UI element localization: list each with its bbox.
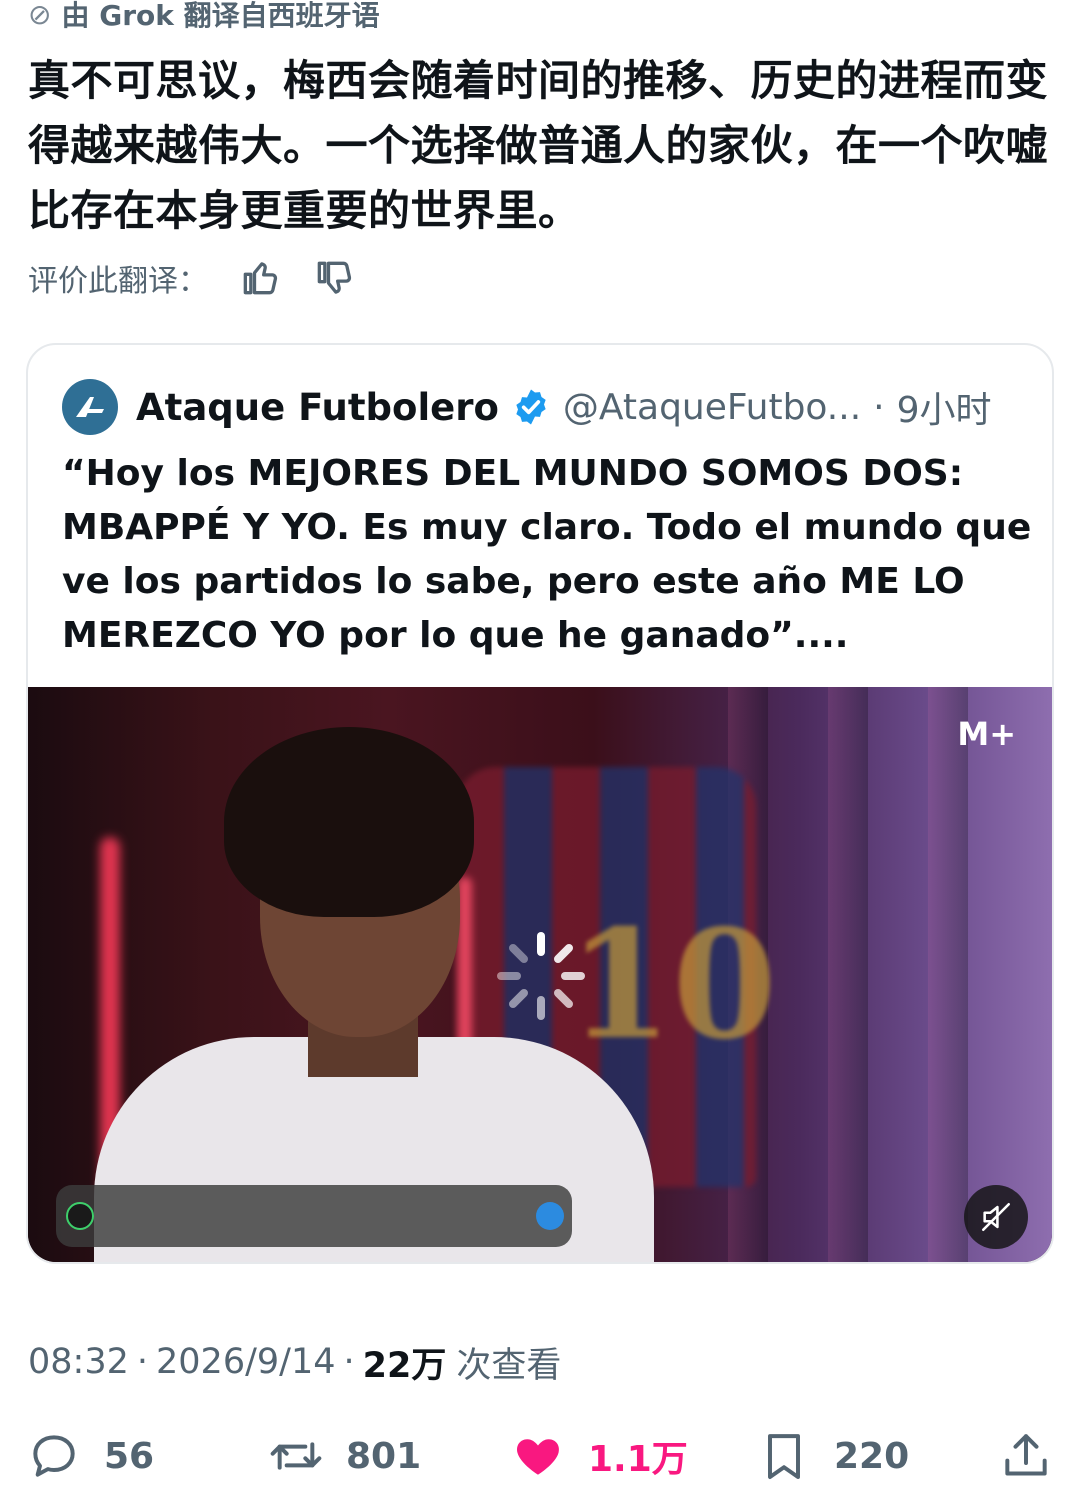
bookmark-count: 220: [834, 1435, 910, 1477]
movistar-plus-watermark: M+: [957, 715, 1016, 753]
quoted-post-text: “Hoy los MEJORES DEL MUNDO SOMOS DOS: MB…: [62, 453, 1032, 656]
separator-dot: ·: [136, 1342, 149, 1382]
verified-badge-icon: [516, 389, 546, 425]
post-time[interactable]: 08:32: [28, 1342, 129, 1382]
heart-filled-icon: [517, 1439, 559, 1475]
like-count: 1.1万: [588, 1439, 688, 1480]
reply-count: 56: [104, 1435, 155, 1477]
bookmark-button[interactable]: 220: [756, 1420, 909, 1492]
video-player[interactable]: 10 M+: [28, 687, 1052, 1262]
like-button[interactable]: 1.1万: [510, 1420, 688, 1492]
progress-handle[interactable]: [536, 1202, 564, 1230]
ataque-logo-icon: [76, 397, 104, 417]
share-button[interactable]: [998, 1420, 1054, 1492]
share-icon: [1005, 1434, 1047, 1476]
translated-post-text: 真不可思议，梅西会随着时间的推移、历史的进程而变得越来越伟大。一个选择做普通人的…: [28, 56, 1049, 235]
grok-icon: ⊘: [28, 0, 52, 31]
reply-icon: [33, 1435, 75, 1477]
quoted-post-card[interactable]: Ataque Futbolero @AtaqueFutbo... · 9小时 “…: [26, 343, 1054, 1264]
separator-dot: ·: [873, 386, 885, 428]
speaker-muted-icon: [981, 1202, 1011, 1232]
retweet-count: 801: [346, 1435, 422, 1477]
action-bar: 56 801 1.1万 220: [0, 1420, 1080, 1492]
retweet-button[interactable]: 801: [268, 1420, 421, 1492]
curtain-fold: [828, 687, 868, 1262]
quoted-author-handle[interactable]: @AtaqueFutbo...: [563, 387, 861, 428]
loading-spinner-icon: [497, 932, 585, 1020]
rate-translation-row: 评价此翻译：: [28, 254, 356, 302]
separator-dot: ·: [343, 1342, 355, 1382]
curtain-fold: [928, 687, 968, 1262]
post-date[interactable]: 2026/9/14: [156, 1342, 335, 1382]
jersey-number: 10: [568, 897, 777, 1073]
avatar[interactable]: [62, 379, 118, 435]
thumbs-down-icon[interactable]: [312, 256, 356, 300]
translation-source-label: 由 Grok 翻译自西班牙语: [61, 0, 380, 32]
thumbs-up-icon[interactable]: [238, 256, 282, 300]
rate-translation-label: 评价此翻译：: [28, 264, 208, 299]
video-progress-bar[interactable]: [56, 1185, 572, 1247]
retweet-icon: [270, 1442, 322, 1470]
person-hair: [224, 727, 474, 917]
view-count: 22万: [362, 1345, 447, 1386]
bookmark-icon: [768, 1434, 800, 1479]
reply-button[interactable]: 56: [26, 1420, 154, 1492]
mute-button[interactable]: [964, 1185, 1028, 1249]
post-meta: 08:32 · 2026/9/14 · 22万 次查看: [28, 1336, 561, 1388]
quoted-author-name[interactable]: Ataque Futbolero: [136, 386, 499, 429]
translation-header: ⊘ 由 Grok 翻译自西班牙语: [28, 0, 380, 34]
playback-indicator-icon: [66, 1202, 94, 1230]
quoted-post-header: Ataque Futbolero @AtaqueFutbo... · 9小时: [62, 379, 992, 435]
view-count-label: 次查看: [456, 1345, 562, 1386]
quoted-post-time[interactable]: 9小时: [897, 381, 992, 433]
